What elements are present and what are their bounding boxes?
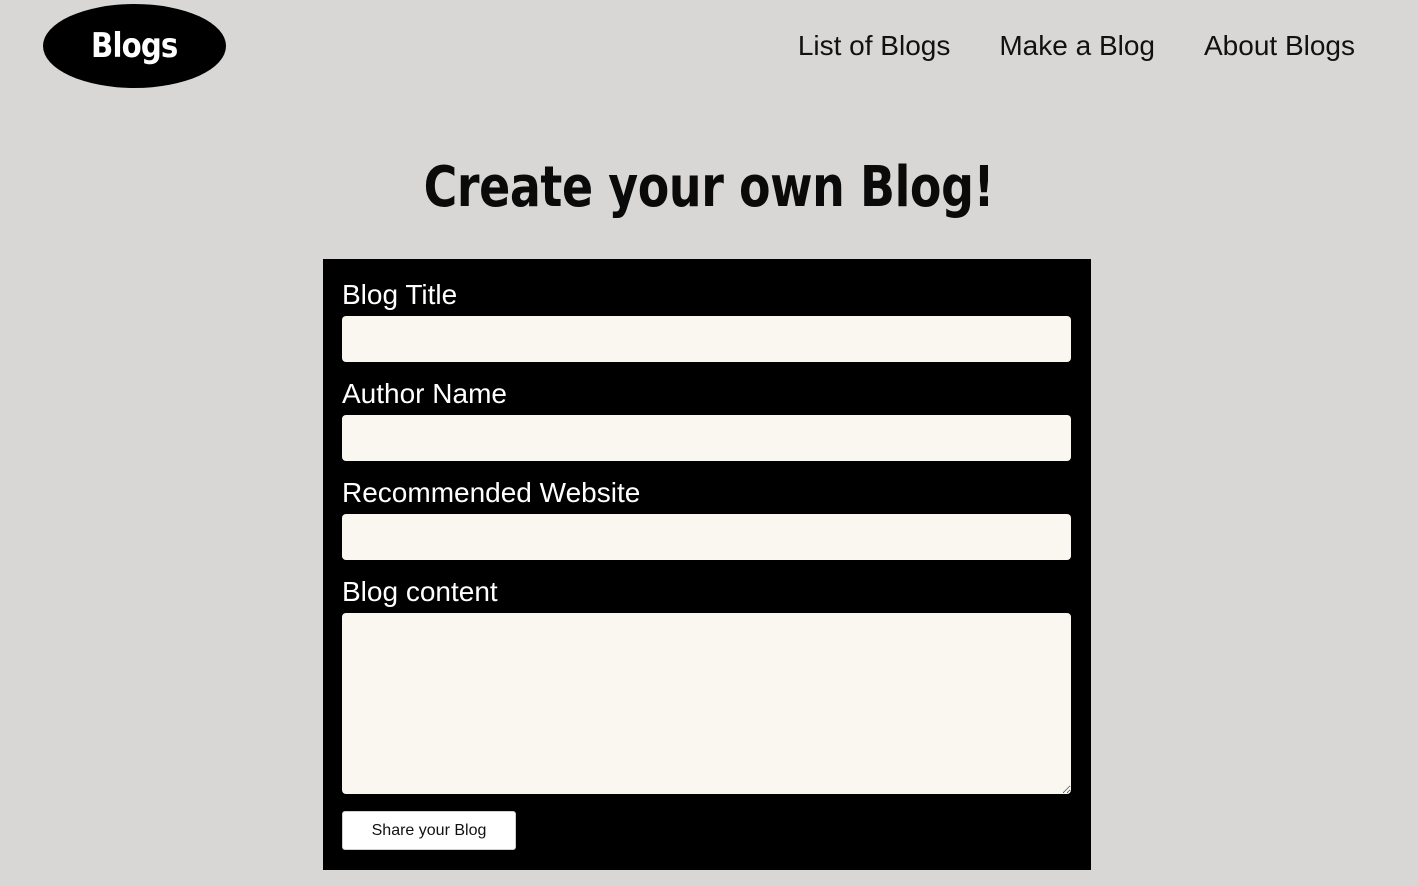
nav-link-make-a-blog[interactable]: Make a Blog xyxy=(999,26,1155,66)
site-logo[interactable]: Blogs xyxy=(43,4,226,88)
create-blog-form: Blog Title Author Name Recommended Websi… xyxy=(323,259,1091,870)
share-blog-button[interactable]: Share your Blog xyxy=(342,811,516,850)
blog-title-input[interactable] xyxy=(342,316,1071,362)
page-title: Create your own Blog! xyxy=(423,155,995,220)
logo-text: Blogs xyxy=(91,26,178,66)
nav-link-about-blogs[interactable]: About Blogs xyxy=(1204,26,1355,66)
recommended-website-label: Recommended Website xyxy=(342,477,641,508)
blog-content-textarea[interactable] xyxy=(342,613,1071,794)
nav-link-list-of-blogs[interactable]: List of Blogs xyxy=(798,26,951,66)
main-nav: List of Blogs Make a Blog About Blogs xyxy=(749,26,1355,66)
blog-title-label: Blog Title xyxy=(342,279,458,310)
author-name-input[interactable] xyxy=(342,415,1071,461)
author-name-label: Author Name xyxy=(342,378,507,409)
blog-content-label: Blog content xyxy=(342,576,498,607)
recommended-website-input[interactable] xyxy=(342,514,1071,560)
